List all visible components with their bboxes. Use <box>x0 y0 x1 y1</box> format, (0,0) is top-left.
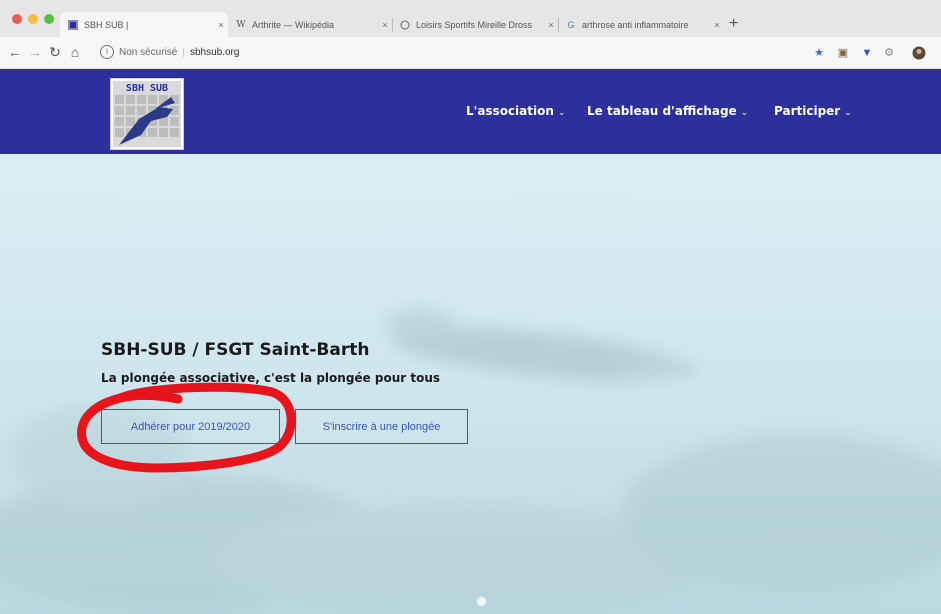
url-text: sbhsub.org <box>189 46 240 58</box>
maximize-window-button[interactable] <box>44 14 54 24</box>
register-dive-button[interactable]: S'inscrire à une plongée <box>295 409 468 444</box>
sbhsub-favicon-icon <box>68 19 78 30</box>
nav-item-tableau[interactable]: Le tableau d'affichage ⌄ <box>587 104 748 118</box>
browser-tab-arthrose[interactable]: G arthrose anti inflammatoire × <box>558 12 724 37</box>
browser-tab-bar: SBH SUB | × W Arthrite — Wikipédia × Loi… <box>0 0 941 37</box>
pocket-extension-icon[interactable]: ▼ <box>860 46 874 60</box>
wikipedia-favicon-icon: W <box>236 19 246 30</box>
profile-avatar[interactable] <box>912 46 926 60</box>
tab-title: Loisirs Sportifs Mireille Dross <box>416 19 533 30</box>
sbhsub-logo[interactable]: SBH SUB <box>110 78 184 150</box>
tab-close-icon[interactable]: × <box>710 20 724 30</box>
tab-close-icon[interactable]: × <box>378 20 392 30</box>
forward-arrow-icon[interactable]: → <box>26 43 44 61</box>
tab-title: arthrose anti inflammatoire <box>582 19 689 30</box>
new-tab-button[interactable]: + <box>729 15 738 33</box>
info-icon[interactable]: i <box>100 45 114 59</box>
nav-label: Participer <box>774 104 841 118</box>
hero-title: SBH-SUB / FSGT Saint-Barth <box>101 340 370 360</box>
scroll-indicator[interactable] <box>476 596 487 607</box>
membership-button[interactable]: Adhérer pour 2019/2020 <box>101 409 280 444</box>
gear-extension-icon[interactable]: ⚙ <box>882 46 896 60</box>
tab-title: SBH SUB | <box>84 19 129 30</box>
nav-item-association[interactable]: L'association ⌄ <box>466 104 565 118</box>
chevron-down-icon: ⌄ <box>844 108 852 118</box>
nav-item-participer[interactable]: Participer ⌄ <box>774 104 852 118</box>
chevron-down-icon: ⌄ <box>557 108 566 118</box>
logo-text: SBH SUB <box>126 83 168 94</box>
hero-subtitle: La plongée associative, c'est la plongée… <box>101 371 440 385</box>
nav-label: Le tableau d'affichage <box>587 104 737 118</box>
search-favicon-icon: G <box>567 19 575 30</box>
browser-tab-wikipedia[interactable]: W Arthrite — Wikipédia × <box>228 12 392 37</box>
tab-close-icon[interactable]: × <box>544 20 558 30</box>
browser-tab-loisirs[interactable]: Loisirs Sportifs Mireille Dross × <box>392 12 558 37</box>
url-divider: | <box>182 46 185 58</box>
close-window-button[interactable] <box>12 14 22 24</box>
globe-favicon-icon <box>400 20 410 30</box>
back-arrow-icon[interactable]: ← <box>6 43 24 61</box>
security-status: Non sécurisé <box>119 46 178 58</box>
browser-tab-sbhsub[interactable]: SBH SUB | × <box>60 12 228 37</box>
bookmark-star-icon[interactable]: ★ <box>812 46 826 60</box>
home-icon[interactable]: ⌂ <box>66 43 84 61</box>
chevron-down-icon: ⌄ <box>740 108 749 118</box>
tab-title: Arthrite — Wikipédia <box>252 19 335 30</box>
reload-icon[interactable]: ↻ <box>46 43 64 61</box>
minimize-window-button[interactable] <box>28 14 38 24</box>
browser-toolbar: ← → ↻ ⌂ i Non sécurisé | sbhsub.org ★ ▣ … <box>0 37 941 69</box>
address-bar[interactable]: i Non sécurisé | sbhsub.org <box>100 42 720 62</box>
tab-close-icon[interactable]: × <box>214 20 228 30</box>
nav-label: L'association <box>466 104 554 118</box>
extension-icon[interactable]: ▣ <box>836 46 850 60</box>
